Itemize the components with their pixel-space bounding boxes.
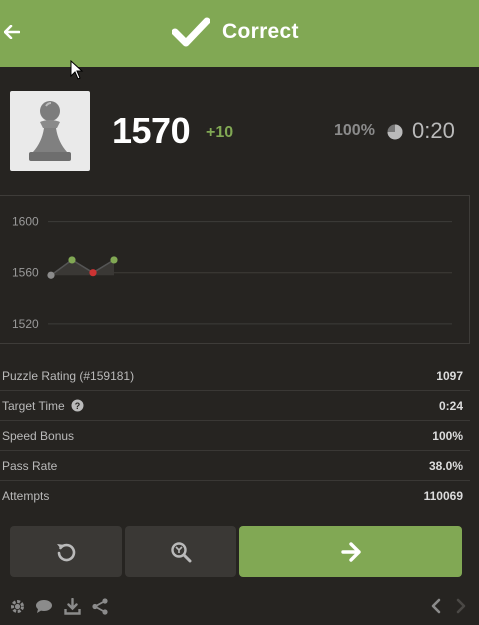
download-button[interactable]	[63, 597, 81, 615]
help-icon[interactable]: ?	[71, 399, 84, 412]
chart-y-tick-label: 1560	[12, 266, 39, 280]
stat-row-speed-bonus: Speed Bonus 100%	[0, 421, 470, 451]
stat-row-pass-rate: Pass Rate 38.0%	[0, 451, 470, 481]
player-rating: 1570	[112, 110, 191, 151]
rating-change: +10	[206, 124, 234, 141]
next-puzzle-button[interactable]	[239, 526, 462, 577]
clock-icon	[387, 124, 403, 140]
result-title: Correct	[172, 12, 299, 52]
stat-value: 100%	[432, 428, 463, 443]
stat-label: Speed Bonus	[2, 428, 75, 443]
previous-button[interactable]	[427, 597, 445, 615]
analyze-button[interactable]	[125, 526, 236, 577]
chart-y-tick-label: 1520	[12, 317, 39, 331]
chevron-right-icon	[456, 598, 466, 614]
next-button[interactable]	[452, 597, 470, 615]
back-button[interactable]	[2, 20, 22, 44]
puzzle-piece-thumbnail	[10, 91, 90, 171]
stat-label: Puzzle Rating (#159181)	[2, 368, 135, 383]
arrow-right-icon	[340, 541, 361, 562]
download-icon	[63, 597, 81, 615]
accuracy-percent: 100%	[334, 122, 375, 139]
stat-value: 0:24	[438, 398, 463, 413]
chevron-left-icon	[431, 598, 441, 614]
chart-point[interactable]	[89, 269, 97, 277]
stat-label: Target Time	[2, 398, 65, 413]
settings-button[interactable]	[8, 597, 26, 615]
chart-point[interactable]	[110, 256, 118, 264]
svg-text:?: ?	[74, 401, 80, 411]
stat-label: Pass Rate	[2, 458, 58, 473]
chat-icon	[36, 599, 52, 613]
share-button[interactable]	[91, 597, 109, 615]
stat-label: Attempts	[2, 489, 50, 503]
puzzle-stats: Puzzle Rating (#159181) 1097 Target Time…	[0, 361, 470, 511]
gear-icon	[10, 599, 24, 613]
rating-history-chart: 1600 1560 1520	[0, 195, 470, 344]
stat-value: 110069	[423, 489, 463, 503]
retry-icon	[57, 543, 76, 561]
stat-row-target-time: Target Time ? 0:24	[0, 391, 470, 421]
result-header: Correct	[0, 0, 479, 67]
checkmark-icon	[172, 17, 210, 47]
chart-y-tick-label: 1600	[12, 215, 39, 229]
white-pawn-icon	[29, 101, 71, 161]
stat-value: 38.0%	[428, 458, 463, 473]
chat-button[interactable]	[35, 597, 53, 615]
stat-value: 1097	[436, 368, 463, 383]
retry-button[interactable]	[10, 526, 122, 577]
share-icon	[92, 597, 108, 615]
arrow-left-icon	[4, 25, 20, 39]
analyze-icon	[170, 541, 191, 562]
puzzle-timer: 0:20	[412, 118, 455, 143]
stat-row-puzzle-rating: Puzzle Rating (#159181) 1097	[0, 361, 470, 391]
mouse-cursor-icon	[70, 60, 84, 80]
rating-chart-svg: 1600 1560 1520	[12, 215, 452, 331]
chart-point[interactable]	[68, 256, 76, 264]
stat-label-wrap: Target Time ?	[2, 399, 84, 413]
stat-row-attempts: Attempts 110069	[0, 481, 470, 511]
chart-point[interactable]	[47, 271, 55, 279]
result-title-text: Correct	[222, 20, 299, 43]
